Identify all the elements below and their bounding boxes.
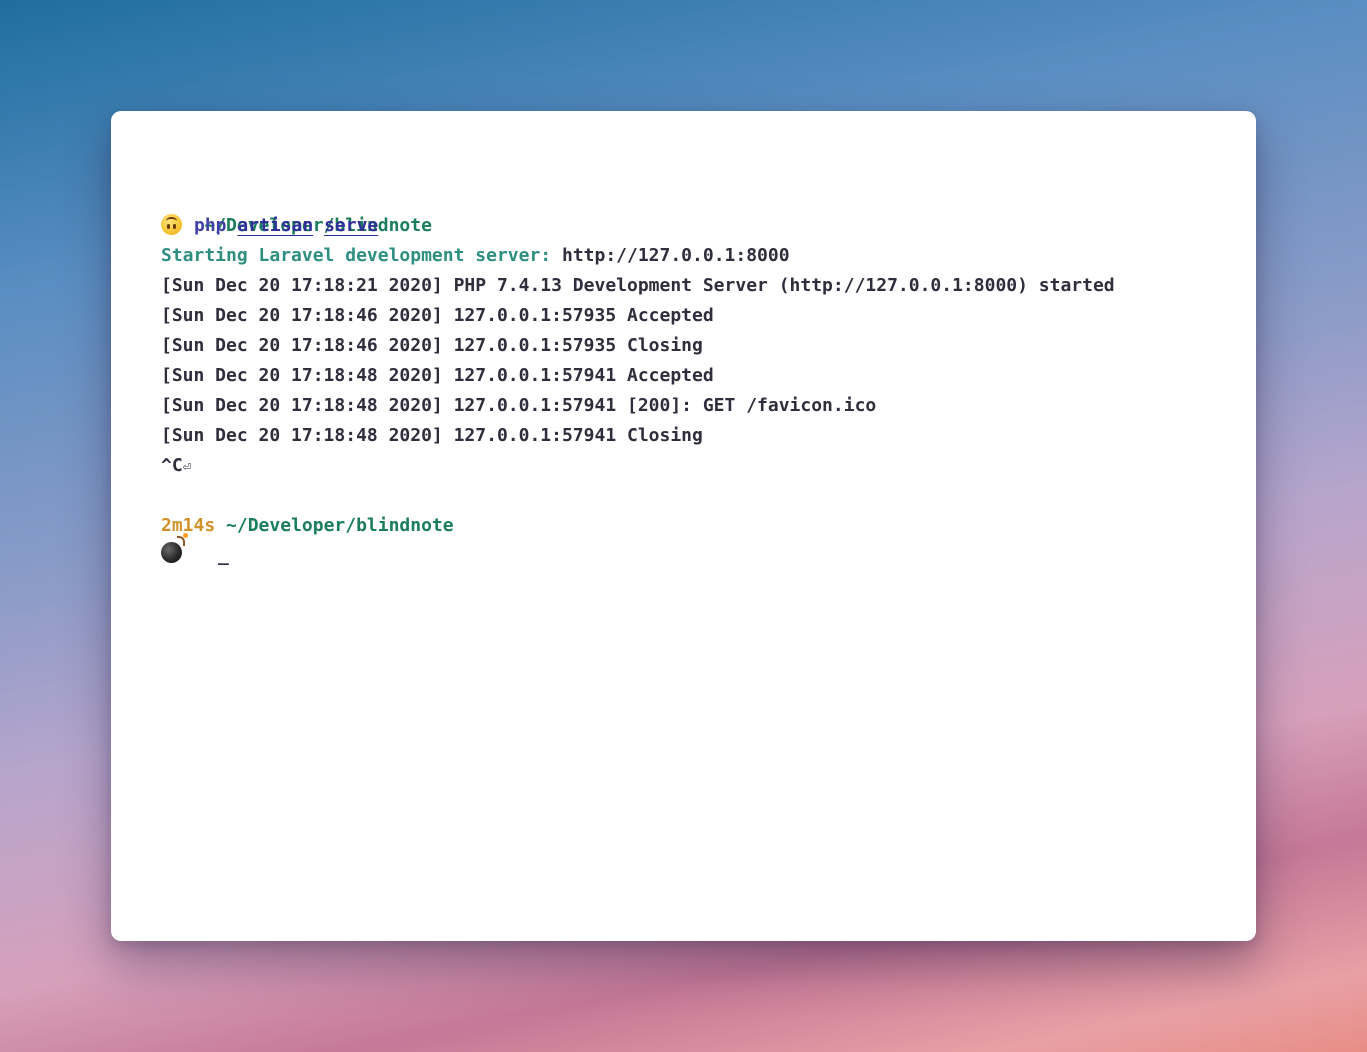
log-line: [Sun Dec 20 17:18:46 2020] 127.0.0.1:579… xyxy=(161,335,703,356)
command-duration: 2m14s xyxy=(161,515,216,536)
command-arg-artisan[interactable]: artisan xyxy=(237,215,313,236)
terminal-window[interactable]: ~/Developer/blindnote php artisan serve … xyxy=(111,111,1256,941)
prompt-path-line-2: 2m14s ~/Developer/blindnote xyxy=(161,511,1256,541)
server-url: http://127.0.0.1:8000 xyxy=(551,245,790,266)
command-php: php xyxy=(194,215,227,236)
bomb-icon xyxy=(161,533,188,563)
terminal-cursor[interactable]: _ xyxy=(218,541,229,571)
log-line: [Sun Dec 20 17:18:48 2020] 127.0.0.1:579… xyxy=(161,365,714,386)
command-line: php artisan serve xyxy=(161,211,1256,241)
return-icon: ⏎ xyxy=(182,459,192,475)
upside-down-face-icon xyxy=(161,214,182,235)
interrupt-line: ^C⏎ xyxy=(161,451,1256,481)
command-arg-serve[interactable]: serve xyxy=(324,215,378,236)
prompt-path-line: ~/Developer/blindnote xyxy=(161,181,1256,236)
interrupt-text: ^C xyxy=(161,455,183,476)
log-line: [Sun Dec 20 17:18:48 2020] 127.0.0.1:579… xyxy=(161,425,703,446)
log-line: [Sun Dec 20 17:18:21 2020] PHP 7.4.13 De… xyxy=(161,275,1115,296)
input-line[interactable]: _ xyxy=(161,533,1256,571)
prompt-path-2: ~/Developer/blindnote xyxy=(226,515,454,536)
log-line: [Sun Dec 20 17:18:46 2020] 127.0.0.1:579… xyxy=(161,305,714,326)
starting-server-line: Starting Laravel development server: htt… xyxy=(161,241,1256,271)
log-line: [Sun Dec 20 17:18:48 2020] 127.0.0.1:579… xyxy=(161,395,877,416)
starting-server-label: Starting Laravel development server: xyxy=(161,245,552,266)
